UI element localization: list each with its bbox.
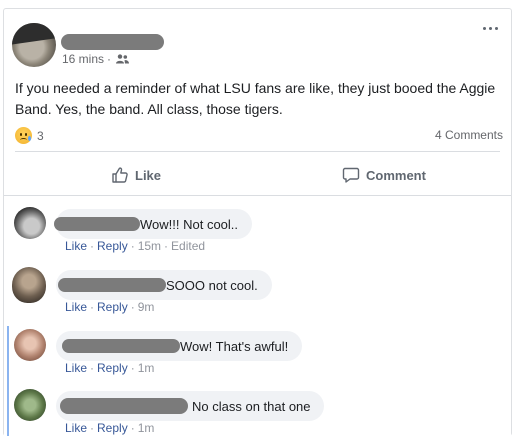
redacted-commenter-name: [54, 217, 140, 231]
redacted-commenter-name: [58, 278, 166, 292]
post-meta: 16 mins ·: [62, 52, 130, 66]
comment-actions: Like · Reply · 9m: [65, 300, 154, 314]
comment-bubble-icon: [342, 167, 360, 183]
comment-reply-link[interactable]: Reply: [97, 300, 128, 314]
comment-timestamp[interactable]: 9m: [138, 300, 155, 314]
comment-text: No class on that one: [192, 398, 311, 414]
screenshot-frame: 16 mins · If you needed a reminder of wh…: [0, 0, 518, 436]
post-author-avatar[interactable]: [12, 23, 56, 67]
sad-emoji-icon: [15, 127, 32, 144]
thumbs-up-icon: [112, 167, 128, 183]
comment-reply-link[interactable]: Reply: [97, 361, 128, 375]
comment-bubble: Wow! That's awful!: [56, 331, 302, 361]
post-timestamp[interactable]: 16 mins: [62, 52, 104, 66]
edited-label[interactable]: Edited: [171, 239, 205, 253]
comment-item: Wow!!! Not cool.. Like · Reply · 15m · E…: [4, 196, 511, 258]
comment-bubble: SOOO not cool.: [56, 270, 272, 300]
separator: ·: [90, 239, 95, 253]
commenter-avatar[interactable]: [12, 267, 46, 303]
post-text: If you needed a reminder of what LSU fan…: [15, 80, 496, 117]
separator: ·: [164, 239, 169, 253]
comment-text: SOOO not cool.: [166, 277, 258, 293]
commenter-avatar[interactable]: [14, 389, 46, 421]
comment-actions: Like · Reply · 1m: [65, 421, 154, 435]
comments-list: Wow!!! Not cool.. Like · Reply · 15m · E…: [4, 196, 511, 436]
comment-timestamp[interactable]: 15m: [138, 239, 161, 253]
separator: ·: [90, 421, 95, 435]
comment-reply-link[interactable]: Reply: [97, 421, 128, 435]
comment-bubble: No class on that one: [56, 391, 324, 421]
divider: [15, 151, 500, 152]
comment-text: Wow! That's awful!: [180, 338, 289, 354]
redacted-commenter-name: [60, 398, 188, 414]
redacted-commenter-name: [62, 339, 180, 353]
comment-actions: Like · Reply · 1m: [65, 361, 154, 375]
separator: ·: [130, 239, 135, 253]
comment-reply-link[interactable]: Reply: [97, 239, 128, 253]
comment-like-link[interactable]: Like: [65, 421, 87, 435]
post-card: 16 mins · If you needed a reminder of wh…: [3, 8, 512, 436]
separator: ·: [130, 300, 135, 314]
commenter-avatar[interactable]: [14, 329, 46, 361]
comment-button-label: Comment: [366, 167, 426, 183]
separator: ·: [90, 361, 95, 375]
group-icon[interactable]: [116, 54, 130, 64]
separator: ·: [130, 421, 135, 435]
comment-timestamp[interactable]: 1m: [138, 361, 155, 375]
comment-like-link[interactable]: Like: [65, 361, 87, 375]
reaction-count: 3: [37, 128, 44, 143]
meta-separator: ·: [107, 52, 112, 66]
more-options-icon[interactable]: [483, 27, 501, 33]
comment-like-link[interactable]: Like: [65, 300, 87, 314]
comment-item: SOOO not cool. Like · Reply · 9m: [4, 257, 511, 319]
comment-like-link[interactable]: Like: [65, 239, 87, 253]
comment-timestamp[interactable]: 1m: [138, 421, 155, 435]
redacted-author-name: [61, 34, 164, 50]
like-button[interactable]: Like: [111, 159, 161, 191]
comment-item: No class on that one Like · Reply · 1m: [4, 379, 511, 436]
like-button-label: Like: [135, 167, 162, 183]
separator: ·: [130, 361, 135, 375]
comment-bubble: Wow!!! Not cool..: [54, 209, 252, 239]
comment-button[interactable]: Comment: [342, 159, 426, 191]
comment-actions: Like · Reply · 15m · Edited: [65, 239, 205, 253]
reaction-summary[interactable]: 3: [15, 127, 44, 144]
comment-count-link[interactable]: 4 Comments: [435, 128, 503, 142]
comment-text: Wow!!! Not cool..: [140, 216, 239, 232]
commenter-avatar[interactable]: [14, 207, 46, 239]
separator: ·: [90, 300, 95, 314]
comment-item: Wow! That's awful! Like · Reply · 1m: [4, 318, 511, 380]
